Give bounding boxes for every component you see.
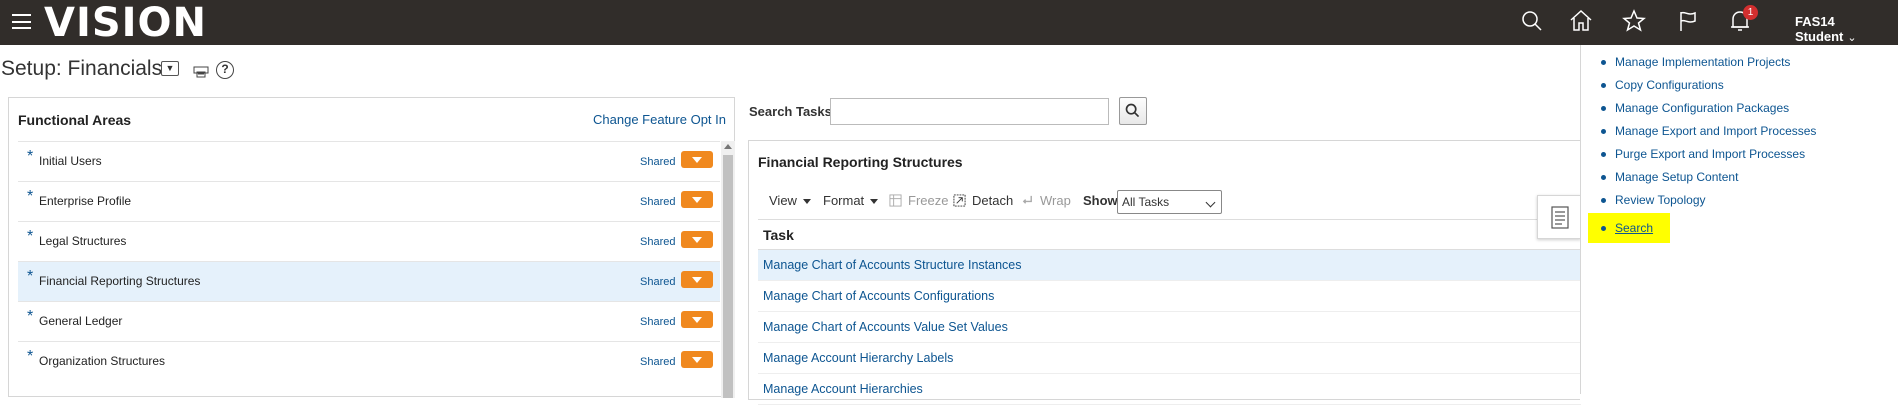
shared-status: Shared bbox=[640, 196, 676, 208]
shared-status: Shared bbox=[640, 316, 676, 328]
functional-area-row-selected[interactable]: * Financial Reporting Structures Shared bbox=[18, 261, 720, 301]
actions-dropdown-button[interactable] bbox=[681, 271, 713, 288]
search-tasks-input[interactable] bbox=[830, 98, 1109, 125]
functional-areas-panel: Functional Areas Change Feature Opt In *… bbox=[8, 97, 735, 398]
side-task-link[interactable]: Copy Configurations bbox=[1597, 77, 1816, 100]
title-dropdown-icon[interactable]: ▼ bbox=[161, 61, 179, 76]
functional-area-label: Enterprise Profile bbox=[39, 194, 132, 208]
format-label: Format bbox=[823, 193, 865, 208]
user-name: FAS14 Student bbox=[1795, 14, 1844, 44]
watchlist-flag-icon[interactable] bbox=[1675, 8, 1701, 34]
chevron-down-icon bbox=[1205, 197, 1216, 208]
freeze-button[interactable]: Freeze bbox=[889, 193, 948, 208]
search-icon[interactable] bbox=[1519, 8, 1545, 34]
detach-icon bbox=[953, 194, 966, 207]
view-label: View bbox=[769, 193, 797, 208]
task-column-header[interactable]: Task bbox=[758, 219, 1581, 250]
wrap-icon bbox=[1022, 195, 1032, 204]
search-link-label: Search bbox=[1615, 221, 1654, 235]
view-menu[interactable]: View bbox=[769, 193, 811, 208]
freeze-icon bbox=[889, 194, 902, 207]
notifications-bell-icon[interactable]: 1 bbox=[1727, 5, 1758, 34]
side-task-link[interactable]: Manage Setup Content bbox=[1597, 169, 1816, 192]
scrollbar-thumb[interactable] bbox=[723, 155, 733, 398]
detach-button[interactable]: Detach bbox=[953, 193, 1013, 208]
functional-areas-list: * Initial Users Shared * Enterprise Prof… bbox=[18, 141, 720, 381]
functional-area-row[interactable]: * General Ledger Shared bbox=[18, 301, 720, 341]
tasks-side-panel: Manage Implementation Projects Copy Conf… bbox=[1580, 45, 1898, 394]
wrap-button[interactable]: Wrap bbox=[1021, 193, 1071, 208]
functional-area-row[interactable]: * Enterprise Profile Shared bbox=[18, 181, 720, 221]
functional-area-label: General Ledger bbox=[39, 314, 123, 328]
page-title: Setup: Financials bbox=[1, 57, 163, 80]
format-menu[interactable]: Format bbox=[823, 193, 879, 208]
functional-area-row[interactable]: * Initial Users Shared bbox=[18, 141, 720, 181]
tasks-panel-title: Financial Reporting Structures bbox=[758, 154, 963, 170]
functional-area-label: Initial Users bbox=[39, 154, 102, 168]
actions-dropdown-button[interactable] bbox=[681, 151, 713, 168]
required-asterisk: * bbox=[27, 268, 34, 285]
tasks-table: Manage Chart of Accounts Structure Insta… bbox=[758, 250, 1581, 405]
side-task-link-search[interactable]: Search bbox=[1588, 213, 1670, 243]
search-icon bbox=[1125, 103, 1140, 118]
side-tasks-list: Manage Implementation Projects Copy Conf… bbox=[1588, 54, 1816, 243]
actions-dropdown-button[interactable] bbox=[681, 311, 713, 328]
user-menu[interactable]: FAS14 Student ⌄ bbox=[1795, 14, 1898, 44]
shared-status: Shared bbox=[640, 236, 676, 248]
show-label: Show bbox=[1083, 193, 1118, 208]
shared-status: Shared bbox=[640, 156, 676, 168]
required-asterisk: * bbox=[27, 308, 34, 325]
shared-status: Shared bbox=[640, 356, 676, 368]
change-feature-opt-in-link[interactable]: Change Feature Opt In bbox=[593, 112, 726, 127]
task-row-link[interactable]: Manage Chart of Accounts Structure Insta… bbox=[758, 250, 1581, 281]
freeze-label: Freeze bbox=[908, 193, 949, 208]
chevron-down-icon bbox=[870, 199, 879, 205]
side-task-link[interactable]: Manage Implementation Projects bbox=[1597, 54, 1816, 77]
chevron-down-icon bbox=[802, 199, 811, 205]
actions-dropdown-button[interactable] bbox=[681, 191, 713, 208]
help-icon[interactable]: ? bbox=[216, 61, 234, 79]
shared-status: Shared bbox=[640, 276, 676, 288]
task-row-link[interactable]: Manage Account Hierarchies bbox=[758, 374, 1581, 405]
search-button[interactable] bbox=[1119, 97, 1147, 125]
global-header: VISION 1 FAS14 Student ⌄ bbox=[0, 0, 1898, 45]
required-asterisk: * bbox=[27, 148, 34, 165]
show-select[interactable]: All Tasks bbox=[1117, 190, 1222, 214]
wrap-label: Wrap bbox=[1040, 193, 1071, 208]
vision-logo[interactable]: VISION bbox=[44, 1, 207, 45]
home-icon[interactable] bbox=[1568, 8, 1594, 34]
menu-icon[interactable] bbox=[12, 14, 31, 29]
actions-dropdown-button[interactable] bbox=[681, 231, 713, 248]
document-list-icon bbox=[1551, 206, 1569, 229]
favorites-star-icon[interactable] bbox=[1621, 8, 1647, 34]
functional-areas-header: Functional Areas bbox=[18, 112, 132, 128]
print-icon[interactable] bbox=[193, 64, 209, 78]
tasks-panel: Financial Reporting Structures View Form… bbox=[748, 140, 1581, 405]
functional-area-row[interactable]: * Legal Structures Shared bbox=[18, 221, 720, 261]
functional-area-label: Financial Reporting Structures bbox=[39, 274, 201, 288]
actions-dropdown-button[interactable] bbox=[681, 351, 713, 368]
show-select-value: All Tasks bbox=[1122, 195, 1170, 209]
required-asterisk: * bbox=[27, 188, 34, 205]
search-tasks-label: Search Tasks bbox=[749, 104, 832, 119]
side-task-link[interactable]: Review Topology bbox=[1597, 192, 1816, 215]
functional-areas-scrollbar[interactable] bbox=[721, 141, 735, 398]
required-asterisk: * bbox=[27, 348, 34, 365]
detach-label: Detach bbox=[972, 193, 1014, 208]
tasks-panel-toggle[interactable] bbox=[1537, 195, 1581, 239]
side-task-link[interactable]: Manage Export and Import Processes bbox=[1597, 123, 1816, 146]
task-row-link[interactable]: Manage Chart of Accounts Configurations bbox=[758, 281, 1581, 312]
task-row-link[interactable]: Manage Chart of Accounts Value Set Value… bbox=[758, 312, 1581, 343]
chevron-down-icon: ⌄ bbox=[1847, 32, 1857, 44]
functional-area-label: Legal Structures bbox=[39, 234, 127, 248]
side-task-link[interactable]: Purge Export and Import Processes bbox=[1597, 146, 1816, 169]
functional-area-row[interactable]: * Organization Structures Shared bbox=[18, 341, 720, 381]
required-asterisk: * bbox=[27, 228, 34, 245]
functional-area-label: Organization Structures bbox=[39, 354, 166, 368]
side-task-link[interactable]: Manage Configuration Packages bbox=[1597, 100, 1816, 123]
task-row-link[interactable]: Manage Account Hierarchy Labels bbox=[758, 343, 1581, 374]
notification-count-badge: 1 bbox=[1743, 5, 1758, 20]
scroll-up-icon[interactable] bbox=[724, 144, 732, 149]
